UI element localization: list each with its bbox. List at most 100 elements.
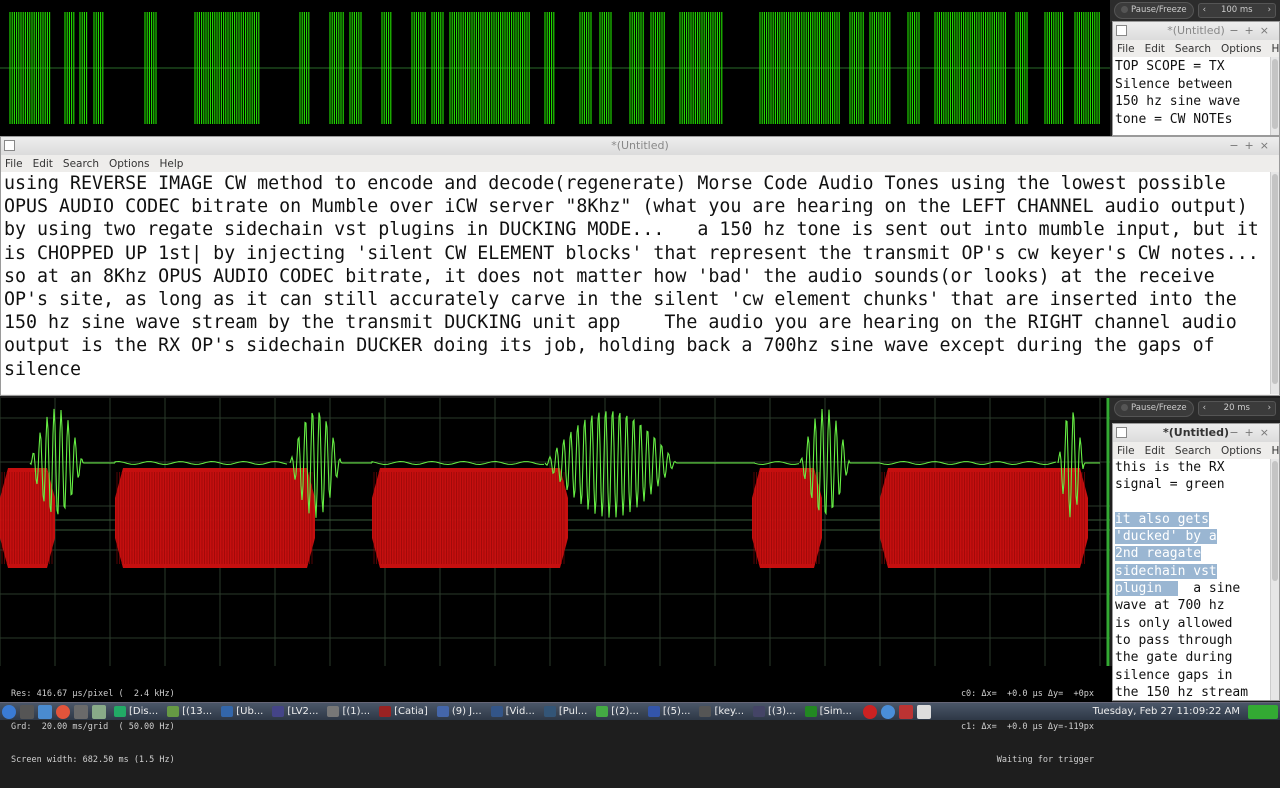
app-icon (699, 706, 712, 717)
pause-freeze-button[interactable]: Pause/Freeze (1114, 399, 1194, 417)
app-icon (272, 706, 285, 717)
scrollbar[interactable] (1270, 459, 1279, 700)
editor-launcher-icon[interactable] (92, 704, 106, 719)
scope-readout-bar: Res: 416.67 µs/pixel ( 2.4 kHz) Grd: 20.… (0, 666, 1112, 765)
menu-options[interactable]: Options (109, 158, 150, 170)
taskbar: [Dis... [(13... [Ub... [LV2... [(1)... [Catia… (0, 702, 1280, 720)
taskbar-task[interactable]: [Sim... (804, 706, 852, 717)
app-icon (804, 706, 817, 717)
network-tray-icon[interactable] (880, 704, 895, 719)
tx-red-block (115, 468, 315, 568)
chevron-right-icon[interactable]: › (1268, 4, 1271, 17)
menu-edit[interactable]: Edit (33, 158, 53, 170)
text-area[interactable]: using REVERSE IMAGE CW method to encode … (1, 172, 1279, 394)
menu-edit[interactable]: Edit (1145, 445, 1165, 457)
window-titlebar[interactable]: *(Untitled) −+× (1, 137, 1279, 155)
chevron-left-icon[interactable]: ‹ (1203, 402, 1206, 415)
app-icon (647, 706, 660, 717)
menu-search[interactable]: Search (1175, 445, 1211, 457)
menu-help[interactable]: Help (160, 158, 184, 170)
rx-scope-trace (0, 398, 1110, 666)
cpu-monitor-icon (1248, 704, 1278, 719)
menu-search[interactable]: Search (1175, 43, 1211, 55)
taskbar-task[interactable]: [key... (699, 706, 744, 717)
window-titlebar[interactable]: *(Untitled) −+× (1113, 22, 1279, 40)
tx-scope[interactable] (0, 0, 1110, 136)
time-scale-value: 100 ms (1220, 4, 1253, 15)
app-icon (1116, 427, 1127, 438)
rx-signal-burst (544, 411, 755, 518)
taskbar-task[interactable]: [Catia] (379, 706, 428, 717)
editor-window-right: *(Untitled) −+× File Edit Search Options … (1112, 423, 1280, 701)
taskbar-task[interactable]: [Pul... (543, 706, 587, 717)
window-controls[interactable]: −+× (1229, 22, 1275, 40)
app-icon (436, 706, 449, 717)
editor-window-top: *(Untitled) −+× File Edit Search Options … (1112, 21, 1280, 136)
taskbar-task[interactable]: [Ub... (221, 706, 263, 717)
menu-options[interactable]: Options (1221, 445, 1262, 457)
app-icon (1116, 25, 1127, 36)
task-list: [Dis... [(13... [Ub... [LV2... [(1)... [Catia… (114, 706, 861, 717)
trigger-status: Waiting for trigger (996, 755, 1094, 765)
app-icon (543, 706, 556, 717)
menu-edit[interactable]: Edit (1145, 43, 1165, 55)
bottom-scope-controls: Pause/Freeze ‹ 20 ms › (1110, 398, 1280, 420)
menu-bar: File Edit Search Options Help (1, 155, 1279, 172)
scrollbar[interactable] (1270, 172, 1279, 394)
app-icon (221, 706, 234, 717)
clock[interactable]: Tuesday, Feb 27 11:09:22 AM (1093, 706, 1240, 717)
taskbar-task[interactable]: [(1)... (327, 706, 370, 717)
record-tray-icon[interactable] (862, 704, 877, 719)
time-scale-spinner[interactable]: ‹ 100 ms › (1197, 2, 1276, 18)
menu-bar: File Edit Search Options Help (1113, 40, 1280, 57)
browser-launcher-icon[interactable] (56, 704, 70, 719)
scope-resolution-readout: Res: 416.67 µs/pixel ( 2.4 kHz) Grd: 20.… (11, 689, 175, 765)
top-scope-controls: Pause/Freeze ‹ 100 ms › (1110, 0, 1280, 22)
app-icon (379, 706, 392, 717)
app-icon (596, 706, 609, 717)
scrollbar[interactable] (1270, 57, 1279, 135)
taskbar-task[interactable]: [(2)... (596, 706, 639, 717)
app-icon (4, 140, 15, 151)
time-scale-spinner[interactable]: ‹ 20 ms › (1197, 400, 1276, 416)
menu-help[interactable]: Help (1272, 445, 1280, 457)
file-manager-launcher-icon[interactable] (38, 704, 52, 719)
chevron-left-icon[interactable]: ‹ (1203, 4, 1206, 17)
taskbar-task[interactable]: [(3)... (753, 706, 796, 717)
menu-file[interactable]: File (1117, 43, 1135, 55)
window-title: *(Untitled) (1163, 426, 1229, 439)
text-area[interactable]: this is the RX signal = green it also ge… (1113, 459, 1279, 700)
window-titlebar[interactable]: *(Untitled) −+× (1113, 424, 1279, 442)
pdf-tray-icon[interactable] (898, 704, 913, 719)
app-icon (490, 706, 503, 717)
settings-launcher-icon[interactable] (74, 704, 88, 719)
start-menu-icon[interactable] (2, 704, 16, 719)
menu-options[interactable]: Options (1221, 43, 1262, 55)
menu-file[interactable]: File (1117, 445, 1135, 457)
taskbar-task[interactable]: [Vid... (490, 706, 535, 717)
taskbar-task[interactable]: [(5)... (647, 706, 690, 717)
terminal-launcher-icon[interactable] (20, 704, 34, 719)
menu-help[interactable]: Help (1272, 43, 1280, 55)
text-area[interactable]: TOP SCOPE = TX Silence between 150 hz si… (1113, 57, 1279, 135)
taskbar-task[interactable]: [(13... (167, 706, 212, 717)
cursor-readout: c0: Δx= +0.0 µs Δy= +0px c1: Δx= +0.0 µs… (960, 689, 1094, 765)
app-icon (327, 706, 340, 717)
menu-bar: File Edit Search Options Help (1113, 442, 1280, 459)
menu-file[interactable]: File (5, 158, 23, 170)
volume-tray-icon[interactable] (916, 704, 931, 719)
window-title: *(Untitled) (1167, 24, 1225, 37)
menu-search[interactable]: Search (63, 158, 99, 170)
chevron-right-icon[interactable]: › (1268, 402, 1271, 415)
window-controls[interactable]: −+× (1229, 424, 1275, 442)
rx-signal-burst (799, 408, 880, 516)
taskbar-task[interactable]: [Dis... (114, 706, 158, 717)
time-scale-value: 20 ms (1223, 402, 1250, 413)
app-icon (114, 706, 126, 717)
window-controls[interactable]: −+× (1229, 137, 1275, 155)
taskbar-task[interactable]: (9) J... (436, 706, 482, 717)
rx-scope[interactable] (0, 398, 1110, 666)
pause-freeze-button[interactable]: Pause/Freeze (1114, 1, 1194, 19)
app-icon (167, 706, 180, 717)
taskbar-task[interactable]: [LV2... (272, 706, 318, 717)
